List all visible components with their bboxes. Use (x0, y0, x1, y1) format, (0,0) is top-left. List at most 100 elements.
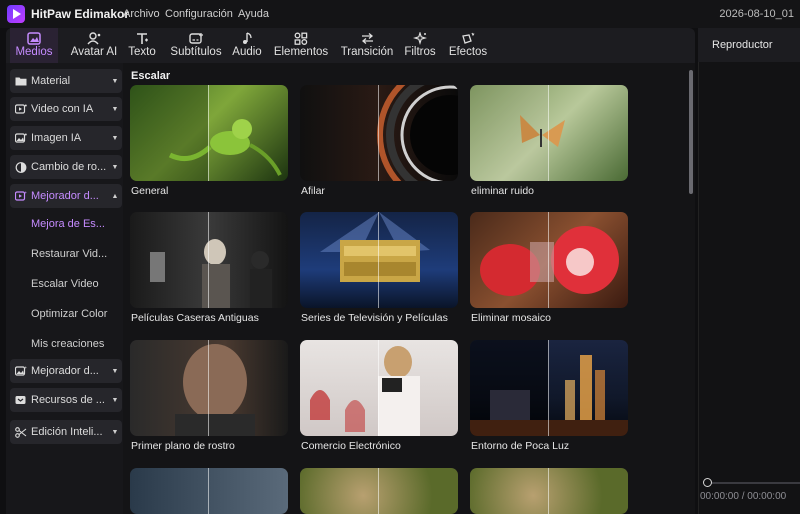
lizard-thumbnail-icon (168, 119, 282, 176)
card-label: Entorno de Poca Luz (471, 440, 570, 452)
compare-divider (208, 212, 209, 308)
content-scrollbar[interactable] (689, 70, 693, 194)
compare-divider (208, 468, 209, 514)
camera-woman-thumbnail-icon (310, 346, 420, 436)
card-peliculas-caseras[interactable] (130, 212, 288, 308)
audio-note-icon (240, 31, 254, 45)
lens-thumbnail-icon (377, 85, 458, 181)
card-label: Películas Caseras Antiguas (131, 312, 259, 324)
old-film-thumbnail-icon (150, 239, 272, 308)
card-eliminar-mosaico[interactable] (470, 212, 628, 308)
card-label: General (131, 185, 169, 197)
scissors-icon (15, 426, 27, 438)
tab-efectos[interactable]: Efectos (445, 28, 491, 63)
ai-video-icon (15, 104, 27, 115)
card-label: Comercio Electrónico (301, 440, 401, 452)
folder-icon (15, 76, 27, 87)
sidebar-item-mejorador-video[interactable]: Mejorador d... ▲ (10, 184, 122, 208)
media-icon (27, 31, 41, 45)
compare-divider (208, 340, 209, 436)
chevron-down-icon: ▼ (111, 367, 119, 375)
seek-handle[interactable] (703, 478, 712, 487)
tab-filtros[interactable]: Filtros (402, 28, 438, 63)
sidebar-item-imagen-ia[interactable]: Imagen IA ▼ (10, 126, 122, 150)
compare-divider (378, 468, 379, 514)
time-display: 00:00:00 / 00:00:00 (700, 491, 787, 502)
subtitles-icon (188, 31, 204, 45)
card-general[interactable] (130, 85, 288, 181)
chevron-down-icon: ▼ (111, 77, 119, 85)
seek-bar[interactable] (706, 482, 800, 484)
chevron-down-icon: ▼ (111, 105, 119, 113)
city-night-thumbnail-icon (470, 355, 628, 436)
sidebar-item-video-ia[interactable]: Video con IA ▼ (10, 97, 122, 121)
tab-audio[interactable]: Audio (229, 28, 265, 63)
tab-subtitulos[interactable]: Subtítulos (165, 28, 227, 63)
card-partial[interactable] (300, 468, 458, 514)
title-bar: HitPaw Edimakor Archivo Configuración Ay… (0, 0, 800, 28)
chevron-down-icon: ▼ (111, 428, 119, 436)
compare-divider (378, 340, 379, 436)
card-label: Series de Televisión y Películas (301, 312, 448, 324)
strawberry-thumbnail-icon (480, 226, 619, 296)
main-toolbar: Medios Avatar AI Texto Subtítulos Audio … (6, 28, 695, 63)
tab-medios[interactable]: Medios (10, 28, 58, 63)
card-label: Eliminar mosaico (471, 312, 551, 324)
tab-texto[interactable]: Texto (123, 28, 161, 63)
app-title: HitPaw Edimakor (31, 7, 130, 21)
subitem-mejora-escala[interactable]: Mejora de Es... (31, 218, 105, 230)
menu-ayuda[interactable]: Ayuda (238, 8, 269, 20)
compare-divider (378, 212, 379, 308)
subitem-restaurar-video[interactable]: Restaurar Vid... (31, 248, 107, 260)
sidebar-item-mejorador-foto[interactable]: Mejorador d... ▼ (10, 359, 122, 383)
menu-configuracion[interactable]: Configuración (165, 8, 233, 20)
subitem-escalar-video[interactable]: Escalar Video (31, 278, 99, 290)
resources-icon (15, 395, 27, 406)
tab-elementos[interactable]: Elementos (271, 28, 331, 63)
transition-icon (360, 31, 375, 45)
card-label: Afilar (301, 185, 325, 197)
project-name: 2026-08-10_01 (719, 8, 794, 20)
card-label: Primer plano de rostro (131, 440, 235, 452)
player-panel (698, 28, 800, 514)
elements-icon (294, 31, 308, 45)
sidebar-item-cambio-rostro[interactable]: Cambio de ro... ▼ (10, 155, 122, 179)
sidebar-item-material[interactable]: Material ▼ (10, 69, 122, 93)
sidebar-item-edicion-inteligente[interactable]: Edición Inteli... ▼ (10, 420, 122, 444)
chevron-down-icon: ▼ (111, 134, 119, 142)
text-icon (135, 31, 149, 45)
tab-avatar-ai[interactable]: Avatar AI (62, 28, 126, 63)
card-series-tv[interactable] (300, 212, 458, 308)
card-primer-plano[interactable] (130, 340, 288, 436)
app-logo-icon (7, 5, 25, 23)
face-thumbnail-icon (175, 344, 255, 436)
chevron-down-icon: ▼ (111, 396, 119, 404)
compare-divider (548, 340, 549, 436)
enhancer-icon (15, 191, 27, 202)
compare-divider (548, 85, 549, 181)
face-swap-icon (15, 161, 27, 173)
card-eliminar-ruido[interactable] (470, 85, 628, 181)
compare-divider (548, 212, 549, 308)
card-afilar[interactable] (300, 85, 458, 181)
card-poca-luz[interactable] (470, 340, 628, 436)
card-partial[interactable] (470, 468, 628, 514)
photo-enhancer-icon (15, 366, 27, 377)
sidebar-item-recursos[interactable]: Recursos de ... ▼ (10, 388, 122, 412)
avatar-icon (87, 31, 101, 45)
chevron-down-icon: ▼ (111, 163, 119, 171)
card-partial[interactable] (130, 468, 288, 514)
subitem-optimizar-color[interactable]: Optimizar Color (31, 308, 107, 320)
menu-archivo[interactable]: Archivo (123, 8, 160, 20)
card-label: eliminar ruido (471, 185, 535, 197)
ai-image-icon (15, 133, 27, 144)
compare-divider (208, 85, 209, 181)
studio-logo-thumbnail-icon (320, 212, 430, 282)
compare-divider (378, 85, 379, 181)
subitem-mis-creaciones[interactable]: Mis creaciones (31, 338, 104, 350)
filters-icon (413, 31, 427, 45)
player-title: Reproductor (712, 39, 773, 51)
tab-transicion[interactable]: Transición (338, 28, 396, 63)
compare-divider (548, 468, 549, 514)
card-comercio-electronico[interactable] (300, 340, 458, 436)
